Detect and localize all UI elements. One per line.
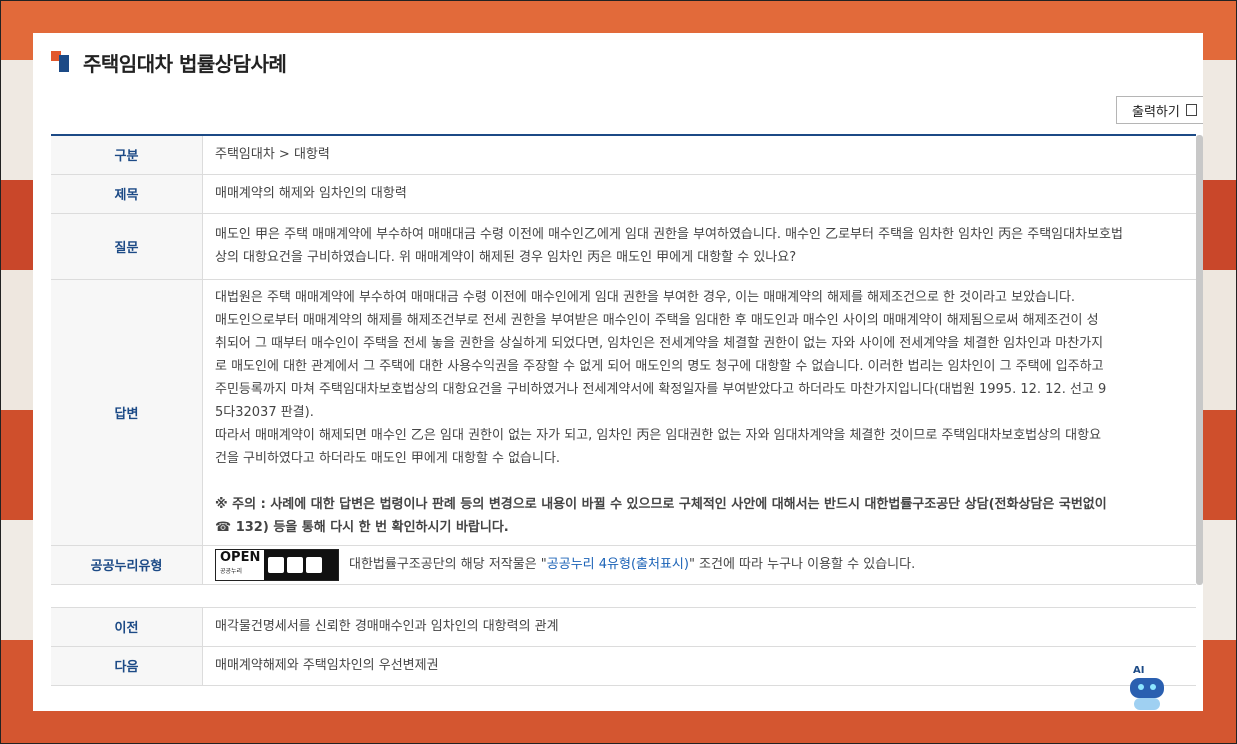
answer-line: 취되어 그 때부터 매수인이 주택을 전세 놓을 권한을 상실하게 되었다면, … bbox=[215, 335, 1104, 351]
category-value: 주택임대차 > 대항력 bbox=[202, 135, 1196, 175]
table-row-prev: 이전 매각물건명세서를 신뢰한 경매매수인과 임차인의 대항력의 관계 bbox=[51, 607, 1196, 647]
prev-case-link[interactable]: 매각물건명세서를 신뢰한 경매매수인과 임차인의 대항력의 관계 bbox=[202, 607, 1196, 647]
table-row-answer: 답변 대법원은 주택 매매계약에 부수하여 매매대금 수령 이전에 매수인에게 … bbox=[51, 279, 1196, 546]
caution-note: ※ 주의 : 사례에 대한 답변은 법령이나 판례 등의 변경으로 내용이 바뀔… bbox=[215, 493, 1196, 539]
caution-line: ※ 주의 : 사례에 대한 답변은 법령이나 판례 등의 변경으로 내용이 바뀔… bbox=[215, 496, 1107, 512]
subject-value: 매매계약의 해제와 임차인의 대항력 bbox=[202, 174, 1196, 214]
row-label-license: 공공누리유형 bbox=[51, 545, 203, 585]
print-icon bbox=[1185, 104, 1197, 116]
row-label-next: 다음 bbox=[51, 646, 203, 686]
license-info: OPEN 공공누리 대한법률구조공단의 해당 저작물은 " 공공누리 4유형(출… bbox=[215, 548, 1196, 581]
table-spacer-row bbox=[51, 584, 1196, 608]
license-text-after: " 조건에 따라 누구나 이용할 수 있습니다. bbox=[688, 557, 916, 572]
ai-label: AI bbox=[1133, 665, 1145, 676]
answer-line: 5다32037 판결). bbox=[215, 404, 314, 420]
case-detail-table: 구분 주택임대차 > 대항력 제목 매매계약의 해제와 임차인의 대항력 질문 … bbox=[51, 134, 1196, 686]
question-line: 상의 대항요건을 구비하였습니다. 위 매매계약이 해제된 경우 임차인 丙은 … bbox=[215, 250, 797, 265]
license-type-link[interactable]: 공공누리 4유형(출처표시) bbox=[547, 553, 689, 576]
print-button[interactable]: 출력하기 bbox=[1116, 96, 1203, 124]
table-row-subject: 제목 매매계약의 해제와 임차인의 대항력 bbox=[51, 174, 1196, 214]
ai-chatbot-button[interactable]: AI bbox=[1125, 665, 1175, 713]
ogl-condition-icons bbox=[264, 549, 338, 580]
next-case-link[interactable]: 매매계약해제와 주택임차인의 우선변제권 bbox=[202, 646, 1196, 686]
row-label-category: 구분 bbox=[51, 135, 203, 175]
table-row-next: 다음 매매계약해제와 주택임차인의 우선변제권 bbox=[51, 646, 1196, 686]
question-line: 매도인 甲은 주택 매매계약에 부수하여 매매대금 수령 이전에 매수인乙에게 … bbox=[215, 227, 1123, 242]
row-label-prev: 이전 bbox=[51, 607, 203, 647]
robot-icon bbox=[1130, 678, 1164, 698]
content-panel: 주택임대차 법률상담사례 출력하기 구분 주택임대차 > 대항력 제목 매매계약… bbox=[33, 33, 1203, 711]
row-label-subject: 제목 bbox=[51, 174, 203, 214]
robot-eye-icon bbox=[1138, 684, 1144, 690]
table-row-license: 공공누리유형 OPEN 공공누리 대한법률구조공단의 해당 저작물은 " 공공누… bbox=[51, 545, 1196, 585]
table-row-category: 구분 주택임대차 > 대항력 bbox=[51, 135, 1196, 175]
question-value: 매도인 甲은 주택 매매계약에 부수하여 매매대금 수령 이전에 매수인乙에게 … bbox=[202, 213, 1196, 280]
license-text-before: 대한법률구조공단의 해당 저작물은 " bbox=[349, 557, 547, 572]
answer-line: 따라서 매매계약이 해제되면 매수인 乙은 임대 권한이 없는 자가 되고, 임… bbox=[215, 427, 1102, 443]
table-row-question: 질문 매도인 甲은 주택 매매계약에 부수하여 매매대금 수령 이전에 매수인乙… bbox=[51, 213, 1196, 280]
row-label-answer: 답변 bbox=[51, 279, 203, 546]
answer-line: 건을 구비하였다고 하더라도 매도인 甲에게 대항할 수 없습니다. bbox=[215, 450, 561, 466]
answer-line: 주민등록까지 마쳐 주택임대차보호법상의 대항요건을 구비하였거나 전세계약서에… bbox=[215, 381, 1107, 397]
row-label-question: 질문 bbox=[51, 213, 203, 280]
print-button-label: 출력하기 bbox=[1132, 104, 1180, 120]
caution-line: ☎ 132) 등을 통해 다시 한 번 확인하시기 바랍니다. bbox=[215, 519, 509, 535]
answer-line: 대법원은 주택 매매계약에 부수하여 매매대금 수령 이전에 매수인에게 임대 … bbox=[215, 289, 1076, 305]
title-bullet-icon bbox=[51, 51, 71, 73]
ogl-badge-text: OPEN 공공누리 bbox=[220, 549, 261, 575]
page-header: 주택임대차 법률상담사례 bbox=[51, 47, 287, 77]
answer-line: 로 매도인에 대한 관계에서 그 주택에 대한 사용수익권을 주장할 수 없게 … bbox=[215, 358, 1104, 374]
page-title: 주택임대차 법률상담사례 bbox=[83, 51, 287, 76]
scrollbar[interactable] bbox=[1196, 135, 1203, 585]
answer-value: 대법원은 주택 매매계약에 부수하여 매매대금 수령 이전에 매수인에게 임대 … bbox=[202, 279, 1196, 546]
robot-eye-icon bbox=[1150, 684, 1156, 690]
license-value: OPEN 공공누리 대한법률구조공단의 해당 저작물은 " 공공누리 4유형(출… bbox=[202, 545, 1196, 585]
robot-body-icon bbox=[1134, 698, 1160, 710]
answer-line: 매도인으로부터 매매계약의 해제를 해제조건부로 전세 권한을 부여받은 매수인… bbox=[215, 312, 1099, 328]
open-license-badge-icon: OPEN 공공누리 bbox=[215, 548, 339, 581]
